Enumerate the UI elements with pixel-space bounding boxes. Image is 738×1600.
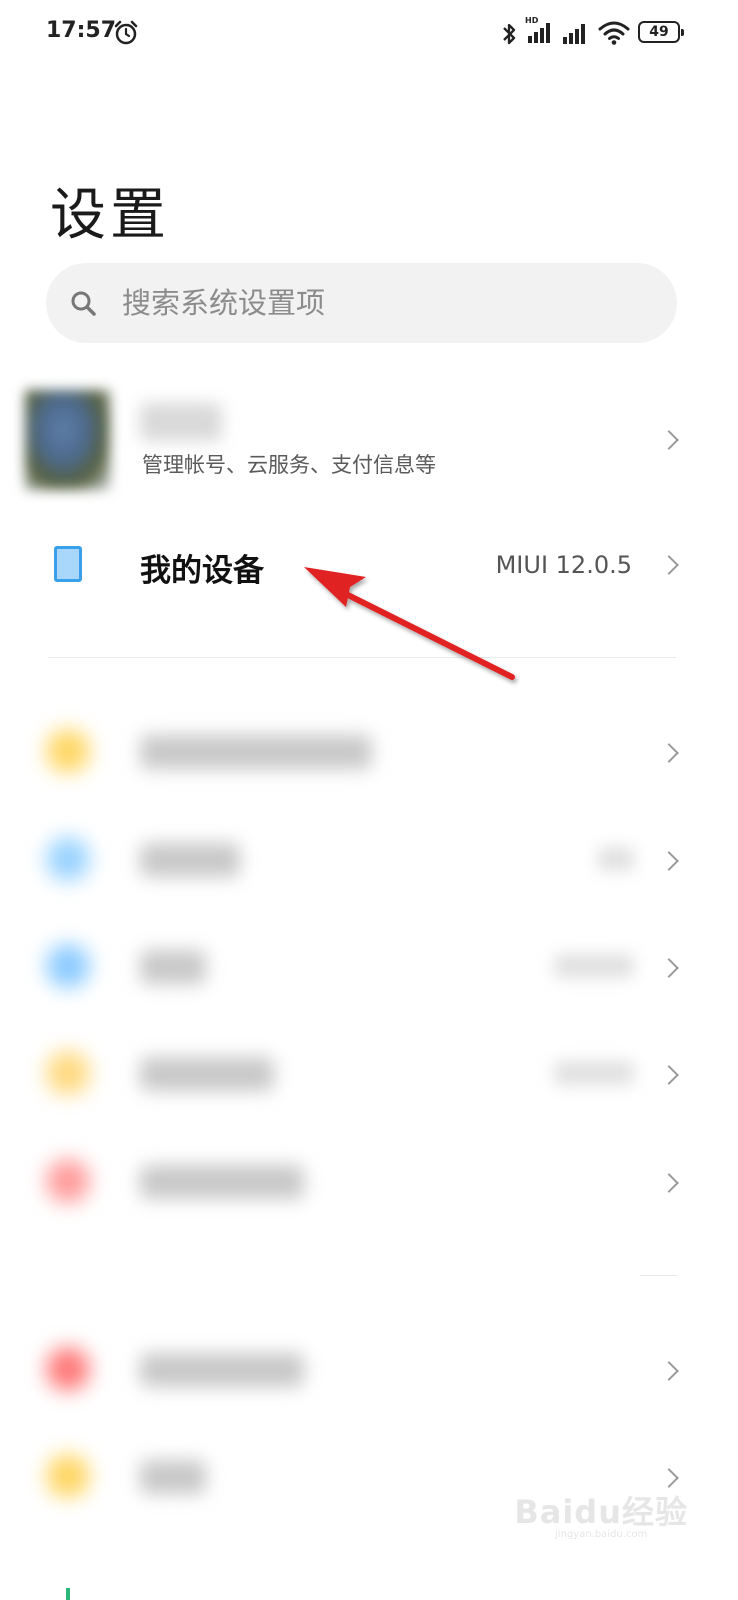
settings-item[interactable] [0,1325,738,1415]
status-time: 17:57 [46,18,117,43]
chevron-right-icon [659,1361,679,1381]
search-bar[interactable] [46,263,677,343]
item-label-blurred [140,735,372,769]
chevron-right-icon [659,1468,679,1488]
item-label-blurred [140,843,240,877]
item-label-blurred [140,1460,206,1494]
settings-item[interactable] [0,1137,738,1227]
settings-item[interactable] [0,815,738,905]
signal-icon [563,24,585,44]
baidu-watermark: Baidu经验 jingyan.baidu.com [514,1487,688,1540]
wifi-icon [598,21,630,45]
search-icon [71,291,96,316]
avatar [25,390,110,490]
item-label-blurred [140,1057,274,1091]
item-label-blurred [140,1165,304,1199]
watermark-logo: Baidu经验 [514,1493,688,1531]
item-value-blurred [598,847,634,871]
partial-icon [66,1588,70,1600]
item-icon-blurred [46,1454,90,1498]
item-icon-blurred [46,1051,90,1095]
item-icon-blurred [46,729,90,773]
item-label-blurred [140,1353,304,1387]
phone-icon [54,546,82,582]
account-name-blurred [140,403,222,441]
item-icon-blurred [46,1347,90,1391]
chevron-right-icon [659,1065,679,1085]
page-title: 设置 [50,183,170,248]
account-subtitle: 管理帐号、云服务、支付信息等 [142,453,436,477]
chevron-right-icon [659,743,679,763]
chevron-right-icon [659,851,679,871]
bluetooth-icon [503,23,516,45]
item-icon-blurred [46,837,90,881]
annotation-arrow [304,567,515,680]
battery-indicator: 49 [638,21,684,43]
status-bar: 17:57 HD 49 [0,0,738,70]
settings-item[interactable] [0,1029,738,1119]
item-label-blurred [140,950,206,984]
item-value-blurred [554,954,634,978]
my-device-label: 我的设备 [140,553,264,589]
settings-item[interactable] [0,922,738,1012]
settings-item[interactable] [0,707,738,797]
chevron-right-icon [659,555,679,575]
battery-level: 49 [649,24,669,40]
chevron-right-icon [659,1173,679,1193]
chevron-right-icon [659,958,679,978]
search-input[interactable] [122,263,642,343]
divider [640,1275,678,1276]
alarm-icon [114,20,138,45]
account-row[interactable]: 管理帐号、云服务、支付信息等 [0,385,738,495]
item-value-blurred [554,1061,634,1085]
signal-hd-icon [528,23,550,43]
item-icon-blurred [46,944,90,988]
chevron-right-icon [659,430,679,450]
item-icon-blurred [46,1159,90,1203]
